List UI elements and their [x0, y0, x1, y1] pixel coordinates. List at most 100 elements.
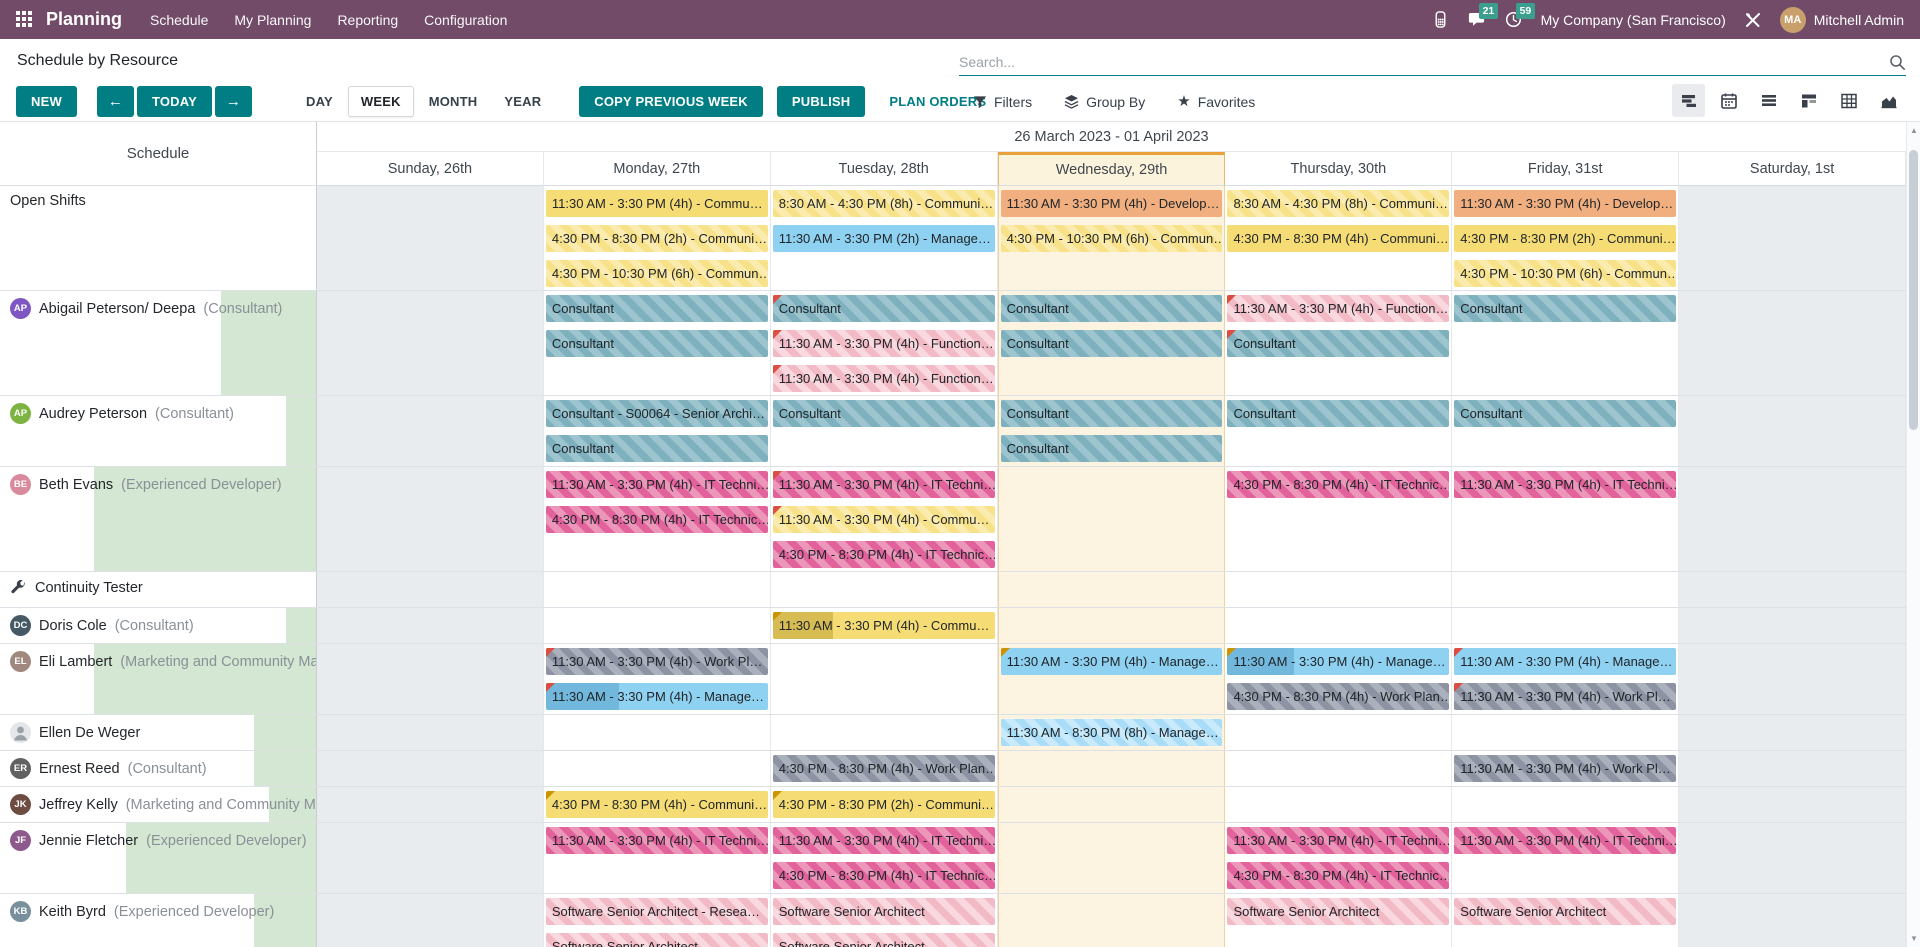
resource-row-label[interactable]: KBKeith Byrd(Experienced Developer)	[0, 894, 317, 947]
shift-chip[interactable]: Consultant	[546, 295, 768, 322]
mobile-app-icon[interactable]	[1432, 11, 1449, 28]
scroll-down-arrow[interactable]: ▼	[1907, 934, 1920, 943]
shift-chip[interactable]: Software Senior Architect - Resea…	[546, 898, 768, 925]
list-view-icon[interactable]	[1752, 84, 1785, 117]
publish-button[interactable]: PUBLISH	[777, 86, 865, 117]
pivot-view-icon[interactable]	[1832, 84, 1865, 117]
gantt-cell[interactable]	[998, 823, 1226, 893]
shift-chip[interactable]: 11:30 AM - 3:30 PM (4h) - Manage…	[546, 683, 768, 710]
gantt-cell[interactable]: 11:30 AM - 3:30 PM (4h) - IT Techni…	[544, 823, 771, 893]
scale-day-button[interactable]: DAY	[294, 86, 345, 117]
shift-chip[interactable]: Consultant	[1001, 330, 1223, 357]
gantt-cell[interactable]	[1679, 787, 1906, 822]
shift-chip[interactable]: 4:30 PM - 8:30 PM (4h) - Work Plan…	[773, 755, 995, 782]
gantt-cell[interactable]: 4:30 PM - 8:30 PM (4h) - Communi…	[544, 787, 771, 822]
search-input[interactable]	[959, 54, 1889, 70]
gantt-cell[interactable]	[1225, 715, 1452, 750]
gantt-cell[interactable]	[544, 715, 771, 750]
next-week-button[interactable]: →	[215, 86, 252, 117]
shift-chip[interactable]: 11:30 AM - 3:30 PM (4h) - IT Techni…	[773, 471, 995, 498]
shift-chip[interactable]: Software Senior Architect	[773, 898, 995, 925]
shift-chip[interactable]: 4:30 PM - 10:30 PM (6h) - Commun…	[1001, 225, 1223, 252]
resource-row-label[interactable]: Ellen De Weger	[0, 715, 317, 750]
resource-row-label[interactable]: BEBeth Evans(Experienced Developer)	[0, 467, 317, 571]
scale-year-button[interactable]: YEAR	[492, 86, 553, 117]
gantt-cell[interactable]: 4:30 PM - 8:30 PM (2h) - Communi…	[771, 787, 998, 822]
shift-chip[interactable]: 11:30 AM - 3:30 PM (4h) - Function…	[1227, 295, 1449, 322]
gantt-cell[interactable]: 11:30 AM - 8:30 PM (8h) - Manage…	[998, 715, 1226, 750]
shift-chip[interactable]: 11:30 AM - 3:30 PM (4h) - Manage…	[1001, 648, 1223, 675]
shift-chip[interactable]: 11:30 AM - 3:30 PM (4h) - Develop…	[1001, 190, 1223, 217]
gantt-cell[interactable]: Consultant - S00064 - Senior Archi…Consu…	[544, 396, 771, 466]
shift-chip[interactable]: Software Senior Architect	[1454, 898, 1676, 925]
gantt-cell[interactable]	[998, 572, 1226, 607]
shift-chip[interactable]: Consultant	[773, 295, 995, 322]
menu-my-planning[interactable]: My Planning	[234, 12, 311, 28]
shift-chip[interactable]: 11:30 AM - 3:30 PM (4h) - Manage…	[1454, 648, 1676, 675]
shift-chip[interactable]: Consultant	[1227, 330, 1449, 357]
gantt-cell[interactable]	[998, 894, 1226, 947]
resource-row-label[interactable]: ERErnest Reed(Consultant)	[0, 751, 317, 786]
shift-chip[interactable]: Consultant	[1227, 400, 1449, 427]
gantt-view-icon[interactable]	[1672, 84, 1705, 117]
shift-chip[interactable]: 4:30 PM - 8:30 PM (4h) - Communi…	[1227, 225, 1449, 252]
favorites-dropdown[interactable]: ★ Favorites	[1177, 94, 1255, 110]
shift-chip[interactable]: Consultant	[1454, 295, 1676, 322]
gantt-cell[interactable]	[998, 751, 1226, 786]
gantt-cell[interactable]	[1679, 715, 1906, 750]
shift-chip[interactable]: 11:30 AM - 8:30 PM (8h) - Manage…	[1001, 719, 1223, 746]
gantt-cell[interactable]	[771, 572, 998, 607]
gantt-cell[interactable]: Software Senior Architect - Resea… Softwa…	[544, 894, 771, 947]
shift-chip[interactable]: 11:30 AM - 3:30 PM (4h) - Work Pl…	[1454, 683, 1676, 710]
gantt-cell[interactable]	[1679, 644, 1906, 714]
shift-chip[interactable]: 11:30 AM - 3:30 PM (4h) - Commu…	[773, 612, 995, 639]
gantt-cell[interactable]: ConsultantConsultant	[544, 291, 771, 395]
gantt-cell[interactable]	[1225, 608, 1452, 643]
shift-chip[interactable]: Consultant	[1001, 435, 1223, 462]
gantt-cell[interactable]	[1452, 715, 1679, 750]
gantt-cell[interactable]	[317, 186, 544, 290]
gantt-cell[interactable]	[1225, 751, 1452, 786]
menu-configuration[interactable]: Configuration	[424, 12, 507, 28]
scale-week-button[interactable]: WEEK	[348, 86, 414, 117]
gantt-cell[interactable]: 4:30 PM - 8:30 PM (4h) - Work Plan…	[771, 751, 998, 786]
gantt-cell[interactable]: 11:30 AM - 3:30 PM (4h) - IT Techni… 11:3…	[771, 467, 998, 571]
gantt-cell[interactable]	[998, 608, 1226, 643]
gantt-cell[interactable]	[317, 787, 544, 822]
gantt-cell[interactable]: Consultant	[771, 396, 998, 466]
shift-chip[interactable]: Consultant	[1454, 400, 1676, 427]
gantt-cell[interactable]: 11:30 AM - 3:30 PM (4h) - IT Techni…4:30…	[1225, 823, 1452, 893]
gantt-cell[interactable]: 11:30 AM - 3:30 PM (4h) - Commu…	[771, 608, 998, 643]
shift-chip[interactable]: Consultant - S00064 - Senior Archi…	[546, 400, 768, 427]
shift-chip[interactable]: 4:30 PM - 10:30 PM (6h) - Commun…	[546, 260, 768, 287]
gantt-cell[interactable]	[544, 751, 771, 786]
activities-clock-icon[interactable]: 59	[1505, 11, 1522, 28]
gantt-cell[interactable]	[1679, 751, 1906, 786]
shift-chip[interactable]: Software Senior Architect	[546, 933, 768, 947]
gantt-cell[interactable]: 11:30 AM - 3:30 PM (4h) - Commu… 4:30 PM …	[544, 186, 771, 290]
shift-chip[interactable]: 4:30 PM - 8:30 PM (4h) - IT Technic…	[773, 541, 995, 568]
gantt-cell[interactable]: 8:30 AM - 4:30 PM (8h) - Communi…4:30 PM…	[1225, 186, 1452, 290]
menu-schedule[interactable]: Schedule	[150, 12, 208, 28]
gantt-cell[interactable]: 11:30 AM - 3:30 PM (4h) - Develop…4:30 P…	[1452, 186, 1679, 290]
shift-chip[interactable]: 11:30 AM - 3:30 PM (4h) - Commu…	[546, 190, 768, 217]
user-avatar[interactable]: MA	[1780, 7, 1806, 33]
shift-chip[interactable]: 4:30 PM - 8:30 PM (4h) - Work Plan…	[1227, 683, 1449, 710]
shift-chip[interactable]: 4:30 PM - 8:30 PM (2h) - Communi…	[1454, 225, 1676, 252]
shift-chip[interactable]: 11:30 AM - 3:30 PM (4h) - Commu…	[773, 506, 995, 533]
gantt-cell[interactable]	[1679, 396, 1906, 466]
gantt-cell[interactable]	[1679, 894, 1906, 947]
shift-chip[interactable]: 4:30 PM - 8:30 PM (4h) - Communi…	[546, 791, 768, 818]
gantt-cell[interactable]	[317, 396, 544, 466]
shift-chip[interactable]: Software Senior Architect	[773, 933, 995, 947]
gantt-cell[interactable]: 11:30 AM - 3:30 PM (4h) - IT Techni…	[1452, 823, 1679, 893]
gantt-cell[interactable]	[317, 644, 544, 714]
gantt-cell[interactable]	[1452, 572, 1679, 607]
gantt-cell[interactable]: Consultant11:30 AM - 3:30 PM (4h) - Func…	[771, 291, 998, 395]
debug-tools-icon[interactable]	[1745, 12, 1761, 28]
gantt-cell[interactable]	[1679, 291, 1906, 395]
gantt-cell[interactable]	[317, 751, 544, 786]
gantt-cell[interactable]	[1679, 572, 1906, 607]
shift-chip[interactable]: 4:30 PM - 8:30 PM (4h) - IT Technic…	[1227, 471, 1449, 498]
gantt-cell[interactable]: Software Senior Architect	[1452, 894, 1679, 947]
